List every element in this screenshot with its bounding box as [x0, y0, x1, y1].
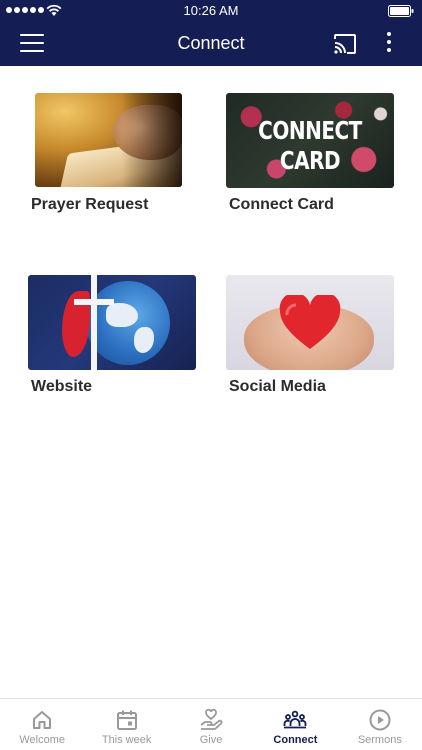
- bottom-nav: Welcome This week Give Connect Sermons: [0, 698, 422, 750]
- status-time: 10:26 AM: [183, 3, 239, 18]
- page-title: Connect: [177, 33, 245, 53]
- battery-icon: [388, 5, 414, 17]
- nav-item-give[interactable]: Give: [169, 699, 253, 750]
- play-circle-icon: [369, 709, 391, 731]
- tile-label-connect-card[interactable]: Connect Card: [229, 196, 334, 214]
- connect-card-image-text: CONNECT CARD: [258, 115, 362, 175]
- nav-item-welcome[interactable]: Welcome: [0, 699, 84, 750]
- nav-label-connect: Connect: [273, 734, 318, 746]
- group-icon: [284, 710, 307, 729]
- cast-icon[interactable]: [333, 33, 357, 55]
- more-options-icon[interactable]: [385, 32, 393, 56]
- tile-label-prayer-request[interactable]: Prayer Request: [31, 196, 148, 214]
- nav-label-welcome: Welcome: [19, 734, 66, 746]
- connect-grid: Prayer Request CONNECT CARD Connect Card…: [0, 66, 422, 698]
- prayer-image: [35, 93, 182, 187]
- calendar-icon: [116, 710, 137, 730]
- tile-label-social-media[interactable]: Social Media: [229, 378, 326, 396]
- connect-card-image: CONNECT CARD: [226, 93, 394, 188]
- home-icon: [33, 711, 52, 729]
- hand-heart-icon: [200, 708, 223, 730]
- nav-label-sermons: Sermons: [357, 734, 402, 746]
- nav-item-this-week[interactable]: This week: [84, 699, 168, 750]
- heart-icon: [279, 295, 341, 349]
- tile-label-website[interactable]: Website: [31, 378, 92, 396]
- website-image: [28, 275, 196, 370]
- status-bar: 10:26 AM: [0, 0, 422, 22]
- nav-item-connect[interactable]: Connect: [253, 699, 337, 750]
- nav-label-give: Give: [199, 734, 223, 746]
- social-media-image: [226, 275, 394, 370]
- app-bar: Connect: [0, 22, 422, 66]
- nav-item-sermons[interactable]: Sermons: [338, 699, 422, 750]
- nav-label-this-week: This week: [101, 734, 152, 746]
